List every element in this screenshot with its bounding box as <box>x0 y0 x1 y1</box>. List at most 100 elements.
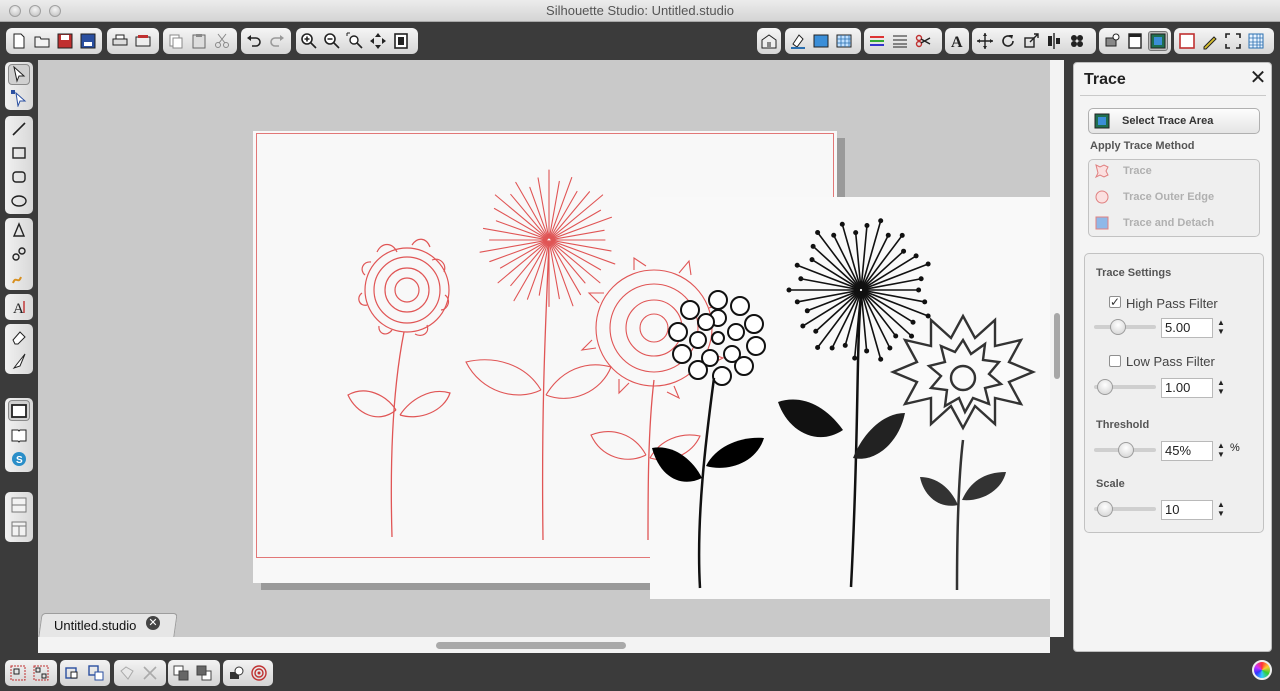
sketch-icon[interactable] <box>1200 31 1220 51</box>
image-flower-3 <box>889 313 1037 591</box>
text-tool-icon[interactable]: A <box>8 296 30 317</box>
line-color-icon[interactable] <box>867 31 887 51</box>
scale-stepper[interactable]: ▲ ▼ <box>1216 500 1226 520</box>
library-icon[interactable] <box>8 424 30 445</box>
high-pass-checkbox[interactable]: ✓ <box>1109 296 1121 308</box>
flower-spoke-tip <box>901 248 907 254</box>
high-pass-stepper[interactable]: ▲ ▼ <box>1216 318 1226 338</box>
store-icon[interactable] <box>760 31 778 51</box>
design-canvas[interactable] <box>38 60 1050 637</box>
page-view-icon[interactable] <box>8 400 30 421</box>
zoom-selection-icon[interactable] <box>345 31 365 51</box>
save-icon[interactable] <box>55 31 75 51</box>
threshold-stepper[interactable]: ▲ ▼ <box>1216 441 1226 461</box>
fill-color-icon[interactable] <box>788 31 808 51</box>
split-vertical-icon[interactable] <box>8 518 30 539</box>
document-tab-label[interactable]: Untitled.studio <box>54 618 136 633</box>
fill-toolbar-group <box>785 28 861 54</box>
replicate-icon[interactable] <box>1067 31 1087 51</box>
traced-flower-1[interactable] <box>347 238 451 538</box>
grid-icon[interactable] <box>1246 31 1266 51</box>
select-tool-icon[interactable] <box>8 64 30 85</box>
fill-pattern-icon[interactable] <box>834 31 854 51</box>
zoom-in-icon[interactable] <box>299 31 319 51</box>
high-pass-value-field[interactable]: 5.00 <box>1161 318 1213 338</box>
print-icon[interactable] <box>110 31 130 51</box>
scale-value-field[interactable]: 10 <box>1161 500 1213 520</box>
release-compound-path-icon[interactable] <box>86 663 106 683</box>
horizontal-scrollbar[interactable] <box>38 637 1050 653</box>
ellipse-tool-icon[interactable] <box>8 190 30 211</box>
vertical-scrollbar[interactable] <box>1050 60 1064 637</box>
undo-icon[interactable] <box>244 31 264 51</box>
traced-flower-2[interactable] <box>465 169 616 541</box>
trace-outer-edge-option[interactable]: Trace Outer Edge <box>1123 191 1214 203</box>
new-document-icon[interactable] <box>9 31 29 51</box>
trace-settings-header: Trace Settings <box>1096 267 1172 279</box>
fit-to-page-icon[interactable] <box>391 31 411 51</box>
trace-method-option[interactable]: Trace <box>1123 165 1152 177</box>
registration-icon[interactable] <box>1177 31 1197 51</box>
tab-close-icon[interactable]: ✕ <box>146 616 160 630</box>
trace-and-detach-option[interactable]: Trace and Detach <box>1123 217 1214 229</box>
text-style-icon[interactable]: A <box>948 31 966 51</box>
target-icon[interactable] <box>249 663 269 683</box>
group-icon[interactable] <box>8 663 28 683</box>
trace-icon[interactable] <box>1148 31 1168 51</box>
text-toolbar-group: A <box>945 28 969 54</box>
zoom-toolbar-group <box>296 28 418 54</box>
cut-settings-icon[interactable] <box>913 31 933 51</box>
page-setup-icon[interactable] <box>1125 31 1145 51</box>
rectangle-tool-icon[interactable] <box>8 142 30 163</box>
vertical-scroll-thumb[interactable] <box>1054 313 1060 379</box>
low-pass-slider-knob[interactable] <box>1096 379 1113 395</box>
pan-icon[interactable] <box>368 31 388 51</box>
ungroup-icon[interactable] <box>31 663 51 683</box>
save-to-library-icon[interactable] <box>78 31 98 51</box>
copy-icon[interactable] <box>166 31 186 51</box>
panel-close-icon[interactable]: ✕ <box>1249 68 1267 88</box>
zoom-out-icon[interactable] <box>322 31 342 51</box>
knife-tool-icon[interactable] <box>8 350 30 371</box>
horizontal-scroll-thumb[interactable] <box>436 642 626 649</box>
make-compound-path-icon[interactable] <box>63 663 83 683</box>
online-store-icon[interactable]: S <box>8 448 30 469</box>
offset-icon[interactable] <box>1102 31 1122 51</box>
transform-icon[interactable] <box>975 31 995 51</box>
delete-icon[interactable] <box>140 663 160 683</box>
split-horizontal-icon[interactable] <box>8 494 30 515</box>
color-wheel-icon[interactable] <box>1252 660 1272 680</box>
low-pass-value-field[interactable]: 1.00 <box>1161 378 1213 398</box>
freehand-tool-icon[interactable] <box>8 267 30 288</box>
weld-icon[interactable] <box>117 663 137 683</box>
trace-method-icon <box>1094 164 1109 179</box>
send-to-cutter-icon[interactable] <box>133 31 153 51</box>
line-tool-icon[interactable] <box>8 118 30 139</box>
send-to-back-icon[interactable] <box>194 663 214 683</box>
curve-tool-icon[interactable] <box>8 244 30 265</box>
group-toolbar-group <box>5 660 57 686</box>
polygon-tool-icon[interactable] <box>8 220 30 241</box>
select-trace-area-label[interactable]: Select Trace Area <box>1122 115 1213 127</box>
low-pass-stepper[interactable]: ▲ ▼ <box>1216 378 1226 398</box>
cut-icon[interactable] <box>212 31 232 51</box>
edit-points-icon[interactable] <box>8 88 30 108</box>
bring-to-front-icon[interactable] <box>171 663 191 683</box>
line-style-icon[interactable] <box>890 31 910 51</box>
paste-icon[interactable] <box>189 31 209 51</box>
fullscreen-icon[interactable] <box>1223 31 1243 51</box>
view-toolbar-group <box>1174 28 1274 54</box>
scale-icon[interactable] <box>1021 31 1041 51</box>
fill-gradient-icon[interactable] <box>811 31 831 51</box>
rotate-icon[interactable] <box>998 31 1018 51</box>
rounded-rectangle-tool-icon[interactable] <box>8 166 30 187</box>
threshold-value-field[interactable]: 45% <box>1161 441 1213 461</box>
window-title: Silhouette Studio: Untitled.studio <box>546 3 734 18</box>
align-icon[interactable] <box>1044 31 1064 51</box>
low-pass-checkbox[interactable] <box>1109 355 1121 367</box>
eraser-tool-icon[interactable] <box>8 326 30 347</box>
scale-slider-knob[interactable] <box>1096 501 1113 517</box>
fill-shape-icon[interactable] <box>226 663 246 683</box>
open-folder-icon[interactable] <box>32 31 52 51</box>
redo-icon[interactable] <box>267 31 287 51</box>
